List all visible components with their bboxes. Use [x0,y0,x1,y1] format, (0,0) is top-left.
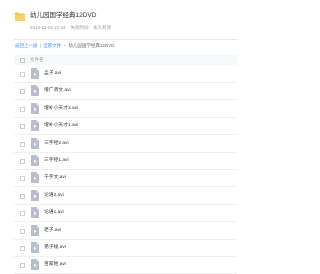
file-name[interactable]: 论语2.avi [44,192,64,200]
video-file-icon [31,137,39,149]
video-file-icon [31,172,39,184]
file-name[interactable]: 千字文.avi [44,174,66,182]
file-checkbox[interactable] [20,124,25,130]
back-link[interactable]: 返回上一级 [15,43,38,48]
file-checkbox[interactable] [20,72,25,77]
file-row[interactable]: 增补小天才3.avi [14,101,237,118]
file-checkbox[interactable] [20,211,25,217]
file-name[interactable]: 增补小天才1.avi [44,122,78,130]
column-filename[interactable]: 文件名 [30,56,44,64]
expiry-label: 失效时间： [70,25,94,30]
breadcrumb-current: 幼儿园国学经典12DVD [68,43,115,48]
file-name[interactable]: 三字经1.avi [44,157,69,165]
breadcrumb: 返回上一级 | 全部文件 > 幼儿园国学经典12DVD [15,42,114,49]
file-checkbox[interactable] [20,176,25,182]
video-file-icon [31,259,39,271]
video-file-icon [31,207,39,219]
video-file-icon [31,120,39,132]
expiry-value: 永久有效 [93,25,112,30]
share-meta: 2013-12-03 21:44 失效时间：永久有效 [30,24,116,31]
file-checkbox[interactable] [20,193,25,199]
breadcrumb-arrow: > [63,43,67,48]
folder-icon [15,12,25,21]
file-name[interactable]: 论语1.avi [44,209,64,217]
share-header: 幼儿园国学经典12DVD 2013-12-03 21:44 失效时间：永久有效 [0,0,251,36]
video-file-icon [31,189,39,201]
video-file-icon [31,85,39,97]
file-checkbox[interactable] [20,246,25,251]
video-file-icon [31,68,39,79]
file-name[interactable]: 弟子规.avi [44,244,66,252]
file-row[interactable]: 孟子.avi [14,66,237,83]
select-all-checkbox[interactable] [20,58,25,63]
file-row[interactable]: 三字经2.avi [14,136,237,153]
file-checkbox[interactable] [20,89,25,95]
video-file-icon [31,155,39,166]
file-name[interactable]: 孟子.avi [44,70,61,78]
file-name[interactable]: 老子.avi [44,227,61,235]
created-time: 2013-12-03 21:44 [30,25,66,30]
file-checkbox[interactable] [20,159,25,164]
file-row[interactable]: 千字文.avi [14,170,237,188]
header-divider [14,39,237,40]
file-checkbox[interactable] [20,106,25,112]
file-row[interactable]: 三字经1.avi [14,153,237,170]
file-name[interactable]: 三字经2.avi [44,140,69,148]
file-checkbox[interactable] [20,228,25,234]
folder-title: 幼儿园国学经典12DVD [30,12,97,19]
file-row[interactable]: 增补小天才1.avi [14,118,237,136]
breadcrumb-separator: | [39,43,41,48]
video-file-icon [31,102,39,114]
file-row[interactable]: 论语2.avi [14,188,237,205]
file-name[interactable]: 增补小天才3.avi [44,105,78,113]
file-name[interactable]: 百家姓.avi [44,261,66,269]
file-checkbox[interactable] [20,263,25,269]
file-row[interactable]: 老子.avi [14,223,237,240]
file-row[interactable]: 论语1.avi [14,205,237,223]
file-row[interactable]: 弟子规.avi [14,240,237,257]
file-list-header: 文件名 [14,55,237,65]
file-checkbox[interactable] [20,141,25,147]
file-name[interactable]: 增广贤文.avi [44,87,71,95]
video-file-icon [31,224,39,236]
video-file-icon [31,242,39,253]
all-files-link[interactable]: 全部文件 [43,43,61,48]
file-row[interactable]: 增广贤文.avi [14,83,237,101]
